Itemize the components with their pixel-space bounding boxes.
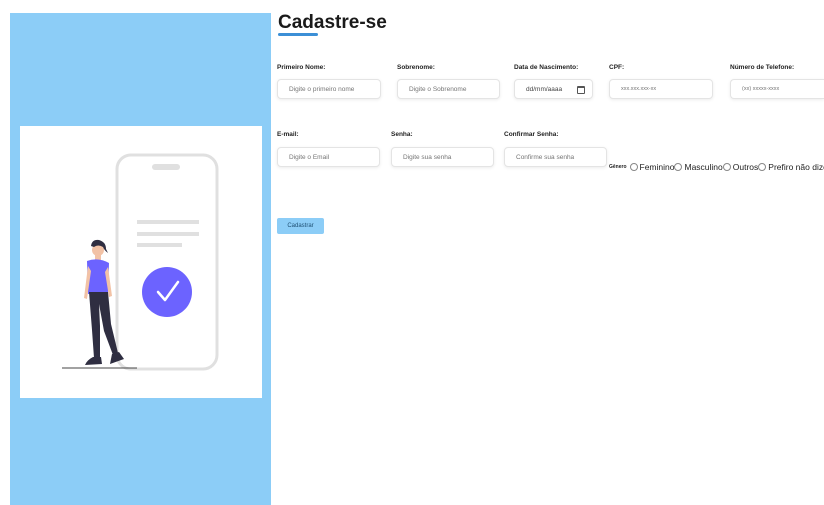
- radio-icon[interactable]: [722, 163, 731, 171]
- calendar-icon[interactable]: [577, 86, 585, 94]
- cpf-input[interactable]: [609, 79, 713, 99]
- gender-option-feminino[interactable]: Feminino: [629, 162, 675, 172]
- gender-option-label: Feminino: [639, 162, 675, 172]
- gender-option-prefiro-nao-dizer[interactable]: Prefiro não dizer: [758, 162, 824, 172]
- page-title: Cadastre-se: [278, 12, 387, 33]
- password-input[interactable]: [391, 147, 494, 167]
- phone-label: Número de Telefone:: [730, 64, 795, 71]
- radio-icon[interactable]: [674, 163, 683, 171]
- last-name-label: Sobrenome:: [397, 64, 435, 71]
- email-label: E-mail:: [277, 131, 299, 138]
- gender-option-label: Masculino: [684, 162, 723, 172]
- check-icon: [142, 267, 192, 317]
- email-input[interactable]: [277, 147, 380, 167]
- title-underline: [278, 33, 318, 36]
- signup-illustration: [20, 126, 262, 398]
- gender-option-label: Outros: [732, 162, 759, 172]
- phone-icon: [115, 153, 219, 371]
- phone-input[interactable]: [730, 79, 824, 99]
- first-name-label: Primeiro Nome:: [277, 64, 326, 71]
- phone-illustration: [62, 153, 219, 371]
- first-name-input[interactable]: [277, 79, 381, 99]
- birth-date-value: dd/mm/aaaa: [526, 86, 563, 93]
- cpf-label: CPF:: [609, 64, 625, 71]
- radio-icon[interactable]: [758, 163, 767, 171]
- gender-radio-group: Gênero Feminino Masculino Outros Prefiro…: [609, 162, 824, 172]
- birth-date-label: Data de Nascimento:: [514, 64, 579, 71]
- gender-option-outros[interactable]: Outros: [722, 162, 759, 172]
- confirm-password-input[interactable]: [504, 147, 607, 167]
- submit-button[interactable]: Cadastrar: [277, 218, 324, 234]
- password-label: Senha:: [391, 131, 413, 138]
- gender-option-label: Prefiro não dizer: [768, 162, 824, 172]
- gender-label: Gênero: [609, 164, 627, 170]
- confirm-password-label: Confirmar Senha:: [504, 131, 559, 138]
- birth-date-input[interactable]: dd/mm/aaaa: [514, 79, 593, 99]
- registration-form: Cadastre-se Primeiro Nome: Sobrenome: Da…: [277, 0, 824, 505]
- radio-icon[interactable]: [629, 163, 638, 171]
- gender-option-masculino[interactable]: Masculino: [674, 162, 723, 172]
- last-name-input[interactable]: [397, 79, 500, 99]
